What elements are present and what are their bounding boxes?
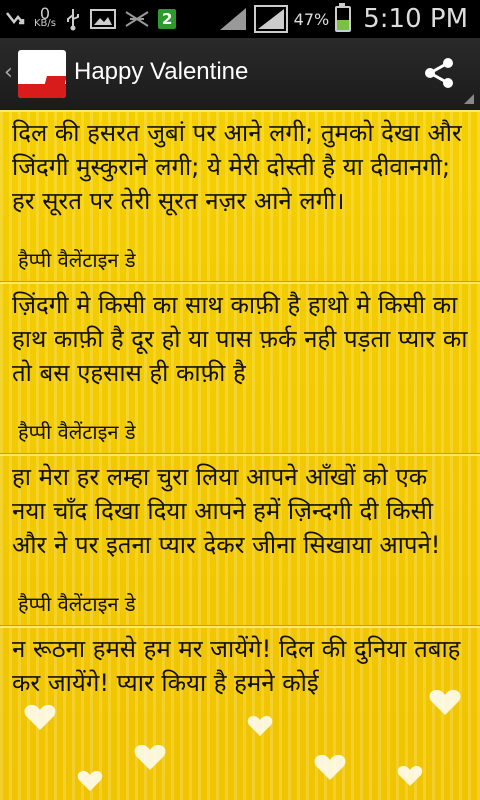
signal-strength-2-icon bbox=[253, 5, 288, 33]
quote-caption: हैप्पी वैलेंटाइन डे bbox=[0, 568, 480, 626]
quote-caption: हैप्पी वैलेंटाइन डे bbox=[0, 396, 480, 454]
app-logo[interactable] bbox=[18, 50, 66, 98]
overflow-indicator bbox=[464, 94, 474, 104]
sim-badge: 2 bbox=[158, 9, 177, 29]
signal-blocked-icon bbox=[124, 8, 150, 30]
battery-icon bbox=[335, 3, 352, 32]
list-item[interactable]: दिल की हसरत जुबां पर आने लगी; तुमको देखा… bbox=[0, 110, 480, 282]
usb-icon bbox=[64, 7, 82, 31]
status-bar: 0 KB/s 2 47% 5:10 PM bbox=[0, 0, 480, 38]
list-item[interactable]: ज़िंदगी मे किसी का साथ काफ़ी है हाथो मे … bbox=[0, 282, 480, 454]
network-speed: 0 KB/s bbox=[34, 6, 56, 29]
quote-text: हा मेरा हर लम्हा चुरा लिया आपने आँखों को… bbox=[12, 463, 441, 559]
hearts-decoration bbox=[24, 690, 461, 791]
quote-text: ज़िंदगी मे किसी का साथ काफ़ी है हाथो मे … bbox=[12, 291, 468, 387]
quote-caption: हैप्पी वैलेंटाइन डे bbox=[0, 224, 480, 282]
up-navigation-icon[interactable]: ‹ bbox=[4, 60, 13, 85]
image-icon bbox=[90, 8, 116, 30]
app-title: Happy Valentine bbox=[74, 58, 249, 85]
missed-call-icon bbox=[4, 8, 26, 30]
network-speed-unit: KB/s bbox=[34, 18, 56, 29]
list-item[interactable]: हा मेरा हर लम्हा चुरा लिया आपने आँखों को… bbox=[0, 454, 480, 626]
signal-strength-icon bbox=[218, 6, 248, 32]
quote-list[interactable]: दिल की हसरत जुबां पर आने लगी; तुमको देखा… bbox=[0, 110, 480, 800]
action-bar: ‹ Happy Valentine bbox=[0, 38, 480, 111]
list-item[interactable]: न रूठना हमसे हम मर जायेंगे! दिल की दुनिय… bbox=[0, 626, 480, 706]
quote-text: दिल की हसरत जुबां पर आने लगी; तुमको देखा… bbox=[12, 119, 462, 215]
clock: 5:10 PM bbox=[363, 4, 468, 34]
share-icon[interactable] bbox=[422, 56, 456, 90]
quote-text: न रूठना हमसे हम मर जायेंगे! दिल की दुनिय… bbox=[12, 635, 461, 697]
battery-percent: 47% bbox=[293, 9, 330, 29]
